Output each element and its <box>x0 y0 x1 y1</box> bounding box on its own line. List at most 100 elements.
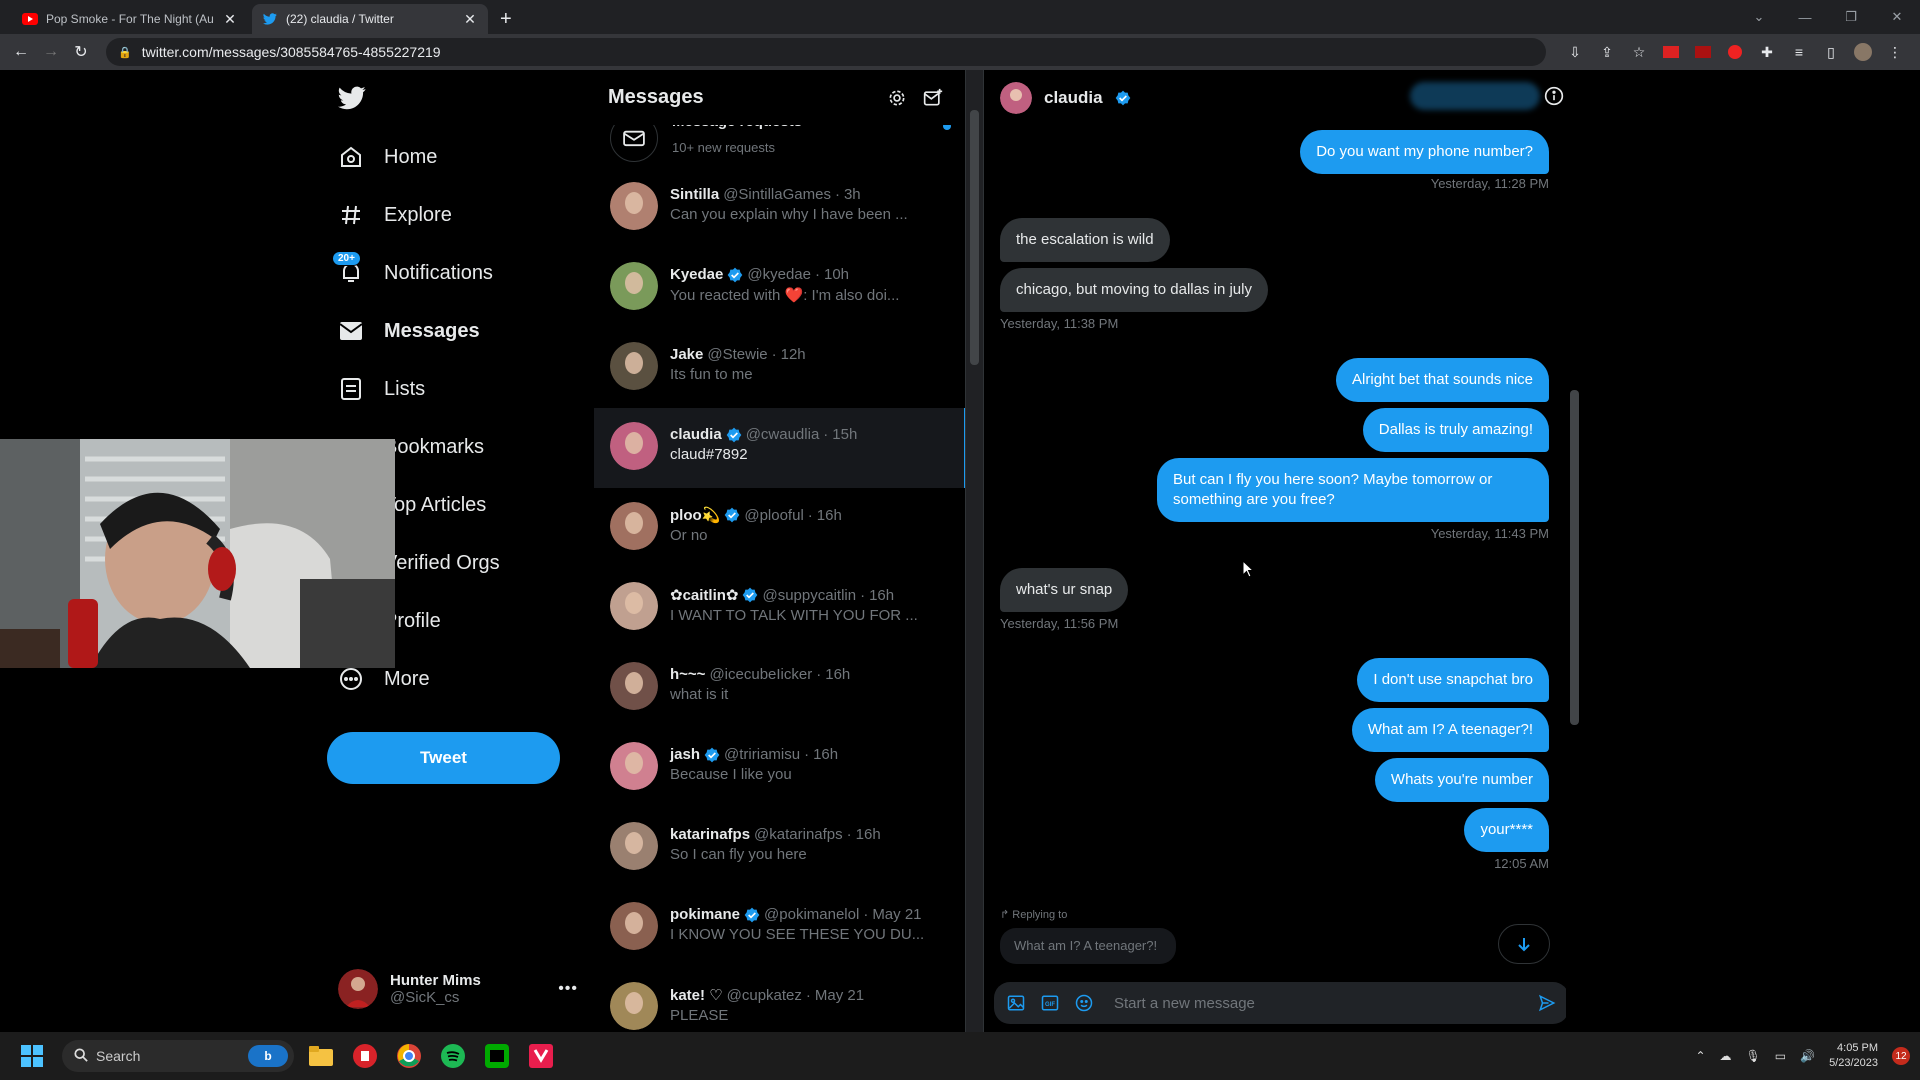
message-bubble-sent[interactable]: But can I fly you here soon? Maybe tomor… <box>1157 458 1549 522</box>
conversation-item[interactable]: katarinafps @katarinafps · 16h So I can fly … <box>594 808 965 888</box>
message-bubble-received[interactable]: chicago, but moving to dallas in july <box>1000 268 1268 312</box>
bing-icon[interactable]: b <box>248 1045 288 1067</box>
avatar[interactable] <box>610 902 658 950</box>
chrome-icon[interactable] <box>394 1041 424 1071</box>
avatar[interactable] <box>610 662 658 710</box>
address-bar[interactable]: 🔒 twitter.com/messages/3085584765-485522… <box>106 38 1546 66</box>
avatar[interactable] <box>610 502 658 550</box>
scroll-down-button[interactable] <box>1498 924 1550 964</box>
message-bubble-sent[interactable]: Do you want my phone number? <box>1300 130 1549 174</box>
cloud-icon[interactable]: ☁ <box>1720 1049 1732 1063</box>
lock-icon[interactable]: 🔒 <box>118 46 132 59</box>
profile-avatar-icon[interactable] <box>1854 43 1872 61</box>
avatar[interactable] <box>610 422 658 470</box>
nav-notifications[interactable]: 20+ Notifications <box>332 249 493 297</box>
close-tab-icon[interactable]: ✕ <box>222 11 238 28</box>
tab-search-icon[interactable]: ⌄ <box>1736 0 1782 34</box>
tweet-button[interactable]: Tweet <box>327 732 560 784</box>
scrollbar-thumb[interactable] <box>970 110 979 365</box>
avatar[interactable] <box>610 822 658 870</box>
gear-icon[interactable] <box>879 80 915 116</box>
forward-icon[interactable]: → <box>36 43 66 61</box>
image-icon[interactable] <box>1006 993 1026 1013</box>
conversation-item[interactable]: Kyedae @kyedae · 10h You reacted with ❤️: I'… <box>594 248 965 328</box>
maximize-icon[interactable]: ❐ <box>1828 0 1874 34</box>
separator-dot: · <box>816 666 822 683</box>
messages-scrollbar[interactable] <box>966 70 983 1032</box>
network-icon[interactable]: ▭ <box>1775 1049 1786 1063</box>
clock[interactable]: 4:05 PM 5/23/2023 <box>1829 1041 1878 1071</box>
avatar[interactable] <box>610 982 658 1030</box>
media-icon[interactable]: ≡ <box>1790 43 1808 61</box>
conversation-item[interactable]: ploo💫 @plooful · 16h Or no <box>594 488 965 568</box>
message-bubble-sent[interactable]: Alright bet that sounds nice <box>1336 358 1549 402</box>
nav-lists[interactable]: Lists <box>338 365 425 413</box>
message-bubble-sent[interactable]: Dallas is truly amazing! <box>1362 408 1549 452</box>
app-icon[interactable] <box>482 1041 512 1071</box>
app-icon[interactable] <box>526 1041 556 1071</box>
share-icon[interactable]: ⇪ <box>1598 43 1616 61</box>
nav-messages[interactable]: Messages <box>338 307 480 355</box>
nav-explore[interactable]: Explore <box>338 191 452 239</box>
tab-youtube[interactable]: Pop Smoke - For The Night (Aud ✕ <box>12 4 248 34</box>
avatar[interactable] <box>610 582 658 630</box>
kebab-menu-icon[interactable]: ⋮ <box>1886 43 1904 61</box>
avatar[interactable] <box>610 262 658 310</box>
nav-home[interactable]: Home <box>338 133 437 181</box>
chevron-up-icon[interactable]: ⌃ <box>1695 1049 1705 1063</box>
more-dots-icon[interactable]: ••• <box>558 980 578 998</box>
message-bubble-sent[interactable]: What am I? A teenager?! <box>1351 708 1549 752</box>
close-window-icon[interactable]: ✕ <box>1874 0 1920 34</box>
avatar[interactable] <box>610 342 658 390</box>
info-icon[interactable] <box>1544 86 1564 111</box>
start-button[interactable] <box>10 1036 54 1076</box>
app-icon[interactable] <box>350 1041 380 1071</box>
conversation-scrollbar[interactable] <box>1566 70 1583 1032</box>
minimize-icon[interactable]: — <box>1782 0 1828 34</box>
twitter-logo-icon[interactable] <box>338 86 368 116</box>
avatar[interactable] <box>610 182 658 230</box>
reload-icon[interactable]: ↻ <box>66 42 96 62</box>
conversation-item[interactable]: jash @tririamisu · 16h Because I like you <box>594 728 965 808</box>
message-input[interactable] <box>1114 994 1523 1012</box>
conversation-item[interactable]: claudia @cwaudlia · 15h claud#7892 <box>594 408 965 488</box>
message-bubble-sent[interactable]: I don't use snapchat bro <box>1357 658 1549 702</box>
conversation-item[interactable]: pokimane @pokimanelol · May 21 I KNOW YOU SE… <box>594 888 965 968</box>
back-icon[interactable]: ← <box>6 43 36 61</box>
volume-icon[interactable]: 🔊 <box>1800 1049 1815 1063</box>
new-message-icon[interactable] <box>915 80 951 116</box>
message-bubble-received[interactable]: the escalation is wild <box>1000 218 1170 262</box>
emoji-icon[interactable] <box>1074 993 1094 1013</box>
sidepanel-icon[interactable]: ▯ <box>1822 43 1840 61</box>
microphone-icon[interactable]: 🎙 <box>1746 1049 1761 1063</box>
scrollbar-thumb[interactable] <box>1570 390 1579 725</box>
avatar[interactable] <box>610 742 658 790</box>
new-tab-button[interactable]: + <box>500 4 512 34</box>
file-explorer-icon[interactable] <box>306 1041 336 1071</box>
account-switcher[interactable]: Hunter Mims @SicK_cs ••• <box>338 964 578 1014</box>
extension-icon[interactable] <box>1694 43 1712 61</box>
conversation-name[interactable]: claudia <box>1044 88 1103 108</box>
avatar[interactable] <box>1000 81 1032 114</box>
notification-count-badge[interactable]: 12 <box>1892 1047 1910 1065</box>
message-bubble-sent[interactable]: Whats you're number <box>1374 758 1549 802</box>
send-icon[interactable] <box>1537 993 1557 1013</box>
message-bubble-received[interactable]: what's ur snap <box>1000 568 1129 612</box>
tab-twitter[interactable]: (22) claudia / Twitter ✕ <box>252 4 488 34</box>
page-scrollbar[interactable] <box>1903 70 1920 1032</box>
extension-icon[interactable] <box>1726 43 1744 61</box>
gif-icon[interactable]: GIF <box>1040 993 1060 1013</box>
puzzle-icon[interactable]: ✚ <box>1758 43 1776 61</box>
close-tab-icon[interactable]: ✕ <box>462 11 478 28</box>
message-bubble-sent[interactable]: your**** <box>1464 808 1549 852</box>
install-icon[interactable]: ⇩ <box>1566 43 1584 61</box>
conversation-item[interactable]: h~~~ @icecubeIicker · 16h what is it <box>594 648 965 728</box>
conversation-item[interactable]: Sintilla @SintillaGames · 3h Can you explain… <box>594 168 965 248</box>
conversation-item[interactable]: Jake @Stewie · 12h Its fun to me <box>594 328 965 408</box>
extension-icon[interactable] <box>1662 43 1680 61</box>
spotify-icon[interactable] <box>438 1041 468 1071</box>
conversation-item[interactable]: kate! ♡ @cupkatez · May 21 PLEASE <box>594 968 965 1032</box>
taskbar-search[interactable]: Search b <box>62 1040 294 1072</box>
bookmark-star-icon[interactable]: ☆ <box>1630 43 1648 61</box>
conversation-item[interactable]: ✿caitlin✿ @suppycaitlin · 16h I WANT TO TALK… <box>594 568 965 648</box>
